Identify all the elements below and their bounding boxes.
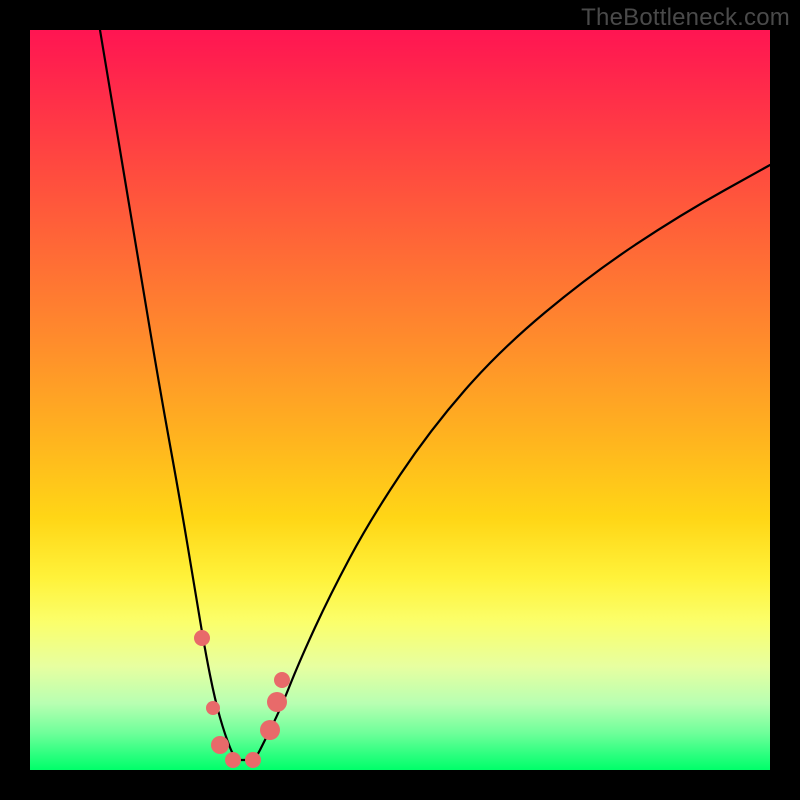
highlight-dot xyxy=(206,701,220,715)
highlight-dots xyxy=(194,630,290,768)
highlight-dot xyxy=(194,630,210,646)
highlight-dot xyxy=(267,692,287,712)
highlight-dot xyxy=(211,736,229,754)
highlight-dot xyxy=(245,752,261,768)
highlight-dot xyxy=(274,672,290,688)
bottleneck-curve xyxy=(100,30,770,760)
chart-frame: TheBottleneck.com xyxy=(0,0,800,800)
plot-area xyxy=(30,30,770,770)
curve-svg xyxy=(30,30,770,770)
highlight-dot xyxy=(225,752,241,768)
watermark-text: TheBottleneck.com xyxy=(581,4,790,32)
highlight-dot xyxy=(260,720,280,740)
